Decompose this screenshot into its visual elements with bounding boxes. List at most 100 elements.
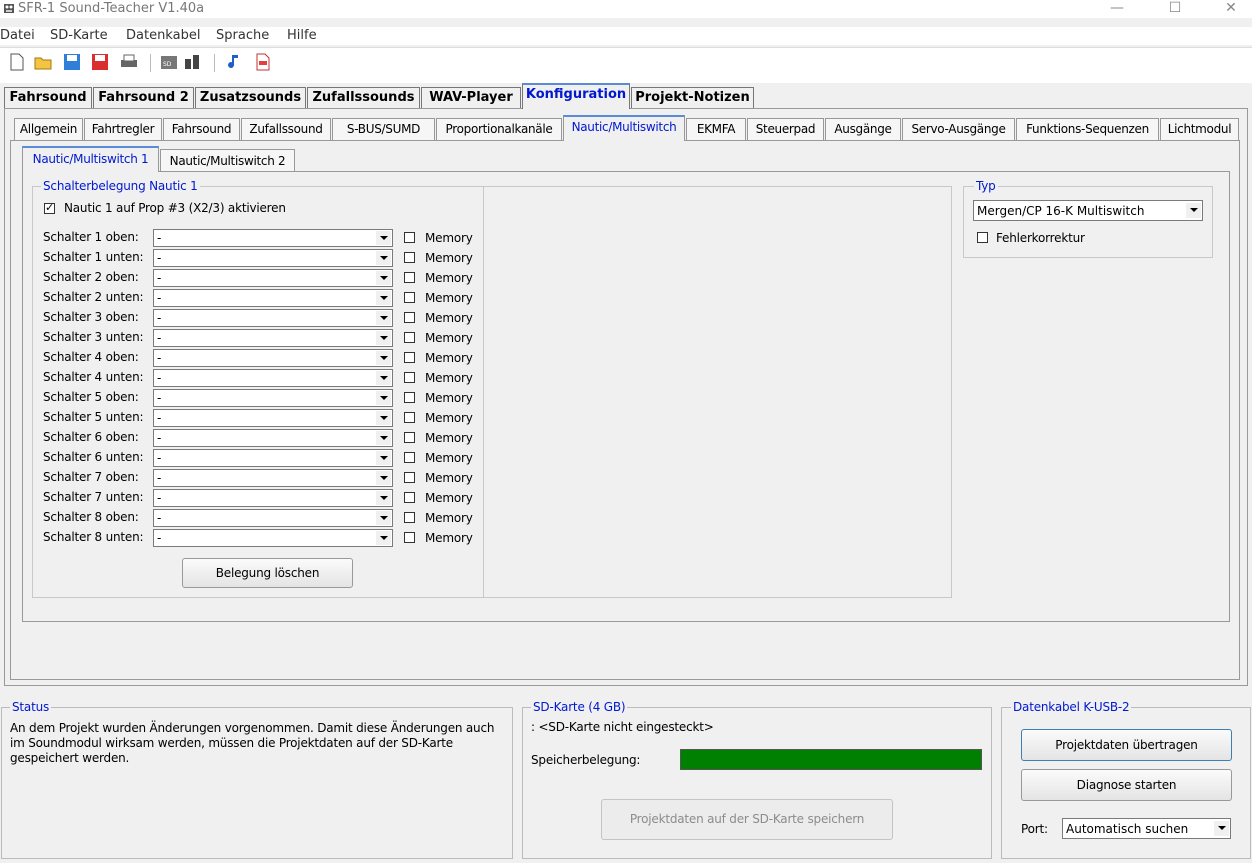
typ-select[interactable]: Mergen/CP 16-K Multiswitch bbox=[973, 200, 1203, 221]
memory-checkbox[interactable] bbox=[404, 352, 415, 363]
switch-select-value: - bbox=[157, 291, 162, 305]
subtab-nautic-multiswitch[interactable]: Nautic/Multiswitch bbox=[563, 115, 685, 141]
tab-zufallssounds[interactable]: Zufallssounds bbox=[307, 87, 420, 108]
subtab-servo-ausgaenge[interactable]: Servo-Ausgänge bbox=[902, 118, 1015, 140]
switch-select[interactable]: - bbox=[153, 249, 393, 267]
menu-datei[interactable]: Datei bbox=[0, 27, 35, 45]
menu-sd-karte[interactable]: SD-Karte bbox=[50, 27, 108, 45]
switch-select[interactable]: - bbox=[153, 389, 393, 407]
switch-label: Schalter 5 unten: bbox=[43, 410, 144, 424]
innertab-nautic-2[interactable]: Nautic/Multiswitch 2 bbox=[160, 149, 295, 171]
subtab-s-bus-sumd[interactable]: S-BUS/SUMD bbox=[332, 118, 435, 140]
memory-checkbox[interactable] bbox=[404, 292, 415, 303]
open-icon[interactable] bbox=[34, 53, 52, 71]
error-correction-label: Fehlerkorrektur bbox=[996, 231, 1085, 245]
subtab-zufallssound[interactable]: Zufallssound bbox=[241, 118, 331, 140]
maximize-button[interactable]: ☐ bbox=[1152, 0, 1198, 18]
subtab-ekmfa[interactable]: EKMFA bbox=[686, 118, 746, 140]
menu-datenkabel[interactable]: Datenkabel bbox=[126, 27, 200, 45]
memory-checkbox[interactable] bbox=[404, 312, 415, 323]
port-select[interactable]: Automatisch suchen bbox=[1062, 818, 1231, 839]
memory-checkbox[interactable] bbox=[404, 532, 415, 543]
error-correction-checkbox[interactable] bbox=[977, 232, 988, 243]
chevron-down-icon bbox=[376, 411, 391, 425]
print-icon[interactable] bbox=[120, 53, 138, 71]
new-icon[interactable] bbox=[8, 53, 26, 71]
minimize-button[interactable]: — bbox=[1094, 0, 1140, 18]
switch-select[interactable]: - bbox=[153, 229, 393, 247]
tab-fahrsound-2[interactable]: Fahrsound 2 bbox=[93, 87, 194, 108]
memory-checkbox[interactable] bbox=[404, 432, 415, 443]
subtab-ausgaenge[interactable]: Ausgänge bbox=[825, 118, 901, 140]
subtab-funktions-sequenzen[interactable]: Funktions-Sequenzen bbox=[1016, 118, 1159, 140]
clear-assignment-button[interactable]: Belegung löschen bbox=[182, 558, 353, 588]
subtab-allgemein[interactable]: Allgemein bbox=[14, 118, 83, 140]
memory-checkbox[interactable] bbox=[404, 472, 415, 483]
switch-select-value: - bbox=[157, 531, 162, 545]
switch-select[interactable]: - bbox=[153, 349, 393, 367]
subtab-proportionalkanaele[interactable]: Proportionalkanäle bbox=[436, 118, 562, 140]
memory-checkbox[interactable] bbox=[404, 332, 415, 343]
memory-checkbox[interactable] bbox=[404, 232, 415, 243]
switch-select[interactable]: - bbox=[153, 489, 393, 507]
innertab-nautic-1[interactable]: Nautic/Multiswitch 1 bbox=[22, 146, 159, 172]
subtab-fahrtregler[interactable]: Fahrtregler bbox=[84, 118, 162, 140]
switch-select-value: - bbox=[157, 351, 162, 365]
save-to-sd-button[interactable]: Projektdaten auf der SD-Karte speichern bbox=[601, 799, 893, 840]
switch-select[interactable]: - bbox=[153, 509, 393, 527]
cable-icon[interactable] bbox=[183, 53, 201, 71]
switch-select[interactable]: - bbox=[153, 369, 393, 387]
chevron-down-icon bbox=[1214, 821, 1229, 836]
memory-checkbox[interactable] bbox=[404, 492, 415, 503]
save-icon[interactable] bbox=[63, 53, 81, 71]
memory-checkbox[interactable] bbox=[404, 452, 415, 463]
tab-wav-player[interactable]: WAV-Player bbox=[421, 87, 521, 108]
memory-label: Memory bbox=[425, 511, 473, 525]
memory-checkbox[interactable] bbox=[404, 412, 415, 423]
switch-select[interactable]: - bbox=[153, 409, 393, 427]
tab-konfiguration[interactable]: Konfiguration bbox=[522, 83, 630, 109]
activate-nautic-checkbox[interactable] bbox=[44, 201, 55, 214]
tab-fahrsound[interactable]: Fahrsound bbox=[4, 87, 92, 108]
memory-label: Memory bbox=[425, 311, 473, 325]
switch-select[interactable]: - bbox=[153, 529, 393, 547]
tab-projekt-notizen[interactable]: Projekt-Notizen bbox=[631, 87, 754, 108]
switch-label: Schalter 7 unten: bbox=[43, 490, 144, 504]
switch-select[interactable]: - bbox=[153, 469, 393, 487]
toolbar: SD bbox=[0, 47, 1252, 83]
memory-label: Memory bbox=[425, 291, 473, 305]
switch-select[interactable]: - bbox=[153, 429, 393, 447]
transfer-project-button[interactable]: Projektdaten übertragen bbox=[1021, 729, 1232, 761]
save-as-icon[interactable] bbox=[91, 53, 109, 71]
memory-checkbox[interactable] bbox=[404, 512, 415, 523]
switch-label: Schalter 3 oben: bbox=[43, 310, 139, 324]
empty-group bbox=[483, 186, 952, 598]
subtab-steuerpad[interactable]: Steuerpad bbox=[747, 118, 824, 140]
pdf-icon[interactable] bbox=[254, 53, 272, 71]
cable-title: Datenkabel K-USB-2 bbox=[1011, 700, 1132, 714]
subtab-lichtmodul[interactable]: Lichtmodul bbox=[1160, 118, 1239, 140]
switch-select[interactable]: - bbox=[153, 449, 393, 467]
switch-select-value: - bbox=[157, 251, 162, 265]
memory-checkbox[interactable] bbox=[404, 252, 415, 263]
switch-label: Schalter 3 unten: bbox=[43, 330, 144, 344]
switch-select[interactable]: - bbox=[153, 269, 393, 287]
memory-label: Memory bbox=[425, 431, 473, 445]
menu-hilfe[interactable]: Hilfe bbox=[287, 27, 317, 45]
close-button[interactable]: ✕ bbox=[1208, 0, 1252, 18]
sd-icon[interactable]: SD bbox=[160, 53, 178, 71]
sound-icon[interactable] bbox=[226, 53, 244, 71]
status-line: gespeichert werden. bbox=[10, 751, 130, 765]
memory-checkbox[interactable] bbox=[404, 392, 415, 403]
typ-group bbox=[963, 186, 1213, 258]
menu-sprache[interactable]: Sprache bbox=[216, 27, 269, 45]
memory-checkbox[interactable] bbox=[404, 372, 415, 383]
tab-zusatzsounds[interactable]: Zusatzsounds bbox=[195, 87, 306, 108]
switch-select[interactable]: - bbox=[153, 289, 393, 307]
switch-select[interactable]: - bbox=[153, 329, 393, 347]
subtab-fahrsound[interactable]: Fahrsound bbox=[163, 118, 240, 140]
chevron-down-icon bbox=[376, 331, 391, 345]
start-diagnosis-button[interactable]: Diagnose starten bbox=[1021, 769, 1232, 801]
memory-checkbox[interactable] bbox=[404, 272, 415, 283]
switch-select[interactable]: - bbox=[153, 309, 393, 327]
